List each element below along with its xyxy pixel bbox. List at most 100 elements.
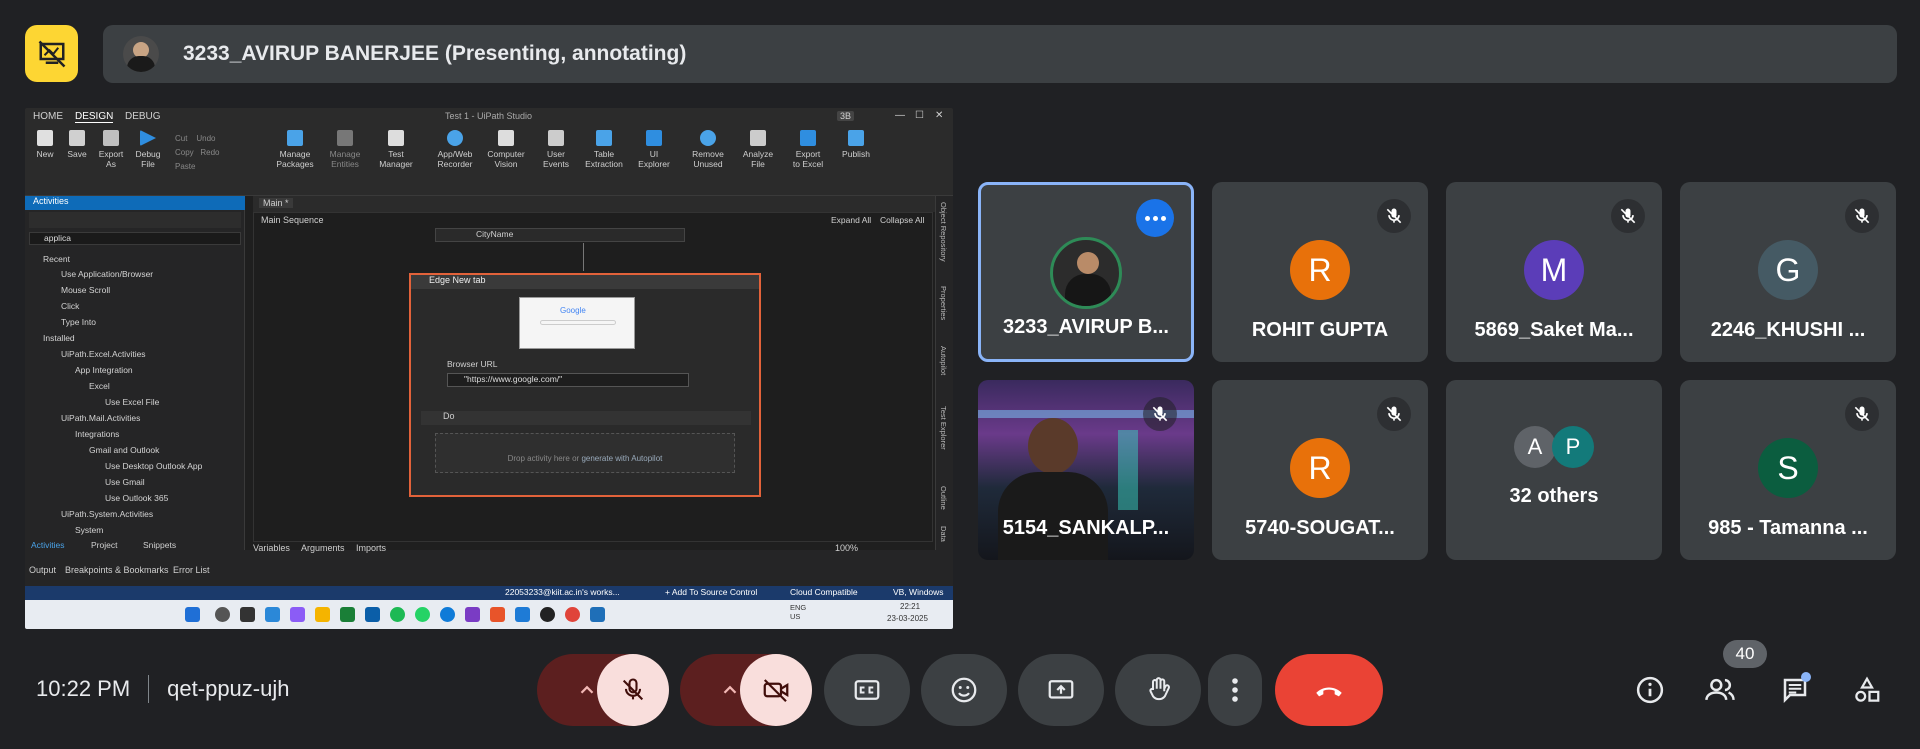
ribbon-manage-entities-button[interactable]: Manage Entities	[322, 130, 368, 169]
cloud-compatible-status[interactable]: Cloud Compatible	[790, 587, 858, 597]
tree-item[interactable]: Use Gmail	[105, 477, 145, 487]
meeting-code[interactable]: qet-ppuz-ujh	[167, 676, 289, 702]
expand-all-link[interactable]: Expand All	[831, 215, 871, 225]
rail-outline[interactable]: Outline	[939, 486, 948, 510]
tree-item[interactable]: Use Application/Browser	[61, 269, 153, 279]
copy-item[interactable]: Copy	[175, 148, 194, 157]
presentation-indicator-icon[interactable]	[25, 25, 78, 82]
present-screen-button[interactable]	[1018, 654, 1104, 726]
chatgpt-icon[interactable]	[540, 607, 555, 622]
tree-item[interactable]: UiPath.Excel.Activities	[61, 349, 146, 359]
more-options-icon[interactable]	[1136, 199, 1174, 237]
cut-item[interactable]: Cut	[175, 134, 187, 143]
more-options-button[interactable]	[1208, 654, 1262, 726]
minimize-icon[interactable]: —	[895, 110, 905, 121]
edge-new-tab-activity[interactable]: Edge New tab Google Browser URL "https:/…	[409, 273, 761, 497]
uipath-studio-icon[interactable]	[590, 607, 605, 622]
app-icon[interactable]	[465, 607, 480, 622]
tree-item[interactable]: Use Outlook 365	[105, 493, 168, 503]
redo-item[interactable]: Redo	[200, 148, 219, 157]
camera-toggle-button[interactable]	[740, 654, 812, 726]
windows-start-icon[interactable]	[185, 607, 200, 622]
whatsapp-icon[interactable]	[415, 607, 430, 622]
chrome-icon[interactable]	[565, 607, 580, 622]
ribbon-table-extraction-button[interactable]: Table Extraction	[581, 130, 627, 169]
rail-autopilot[interactable]: Autopilot	[939, 346, 948, 375]
cityname-activity[interactable]: CityName	[435, 228, 685, 242]
vscode-icon[interactable]	[515, 607, 530, 622]
variables-tab[interactable]: Variables	[253, 543, 290, 553]
brave-icon[interactable]	[490, 607, 505, 622]
error-list-tab[interactable]: Error List	[173, 565, 210, 575]
zoom-level[interactable]: 100%	[835, 543, 858, 553]
meeting-details-button[interactable]	[1630, 670, 1670, 710]
language-indicator[interactable]: ENG US	[790, 603, 806, 621]
source-control-status[interactable]: + Add To Source Control	[665, 587, 757, 597]
menu-tab-home[interactable]: HOME	[33, 111, 63, 122]
tree-item[interactable]: Gmail and Outlook	[89, 445, 159, 455]
tree-item[interactable]: Type Into	[61, 317, 96, 327]
tree-item[interactable]: System	[75, 525, 103, 535]
ribbon-recorder-button[interactable]: App/Web Recorder	[432, 130, 478, 169]
collapse-all-link[interactable]: Collapse All	[880, 215, 924, 225]
people-button[interactable]	[1700, 670, 1740, 710]
ribbon-publish-button[interactable]: Publish	[835, 130, 877, 159]
file-explorer-icon[interactable]	[315, 607, 330, 622]
ribbon-user-events-button[interactable]: User Events	[533, 130, 579, 169]
rail-data[interactable]: Data	[939, 526, 948, 542]
ribbon-export-excel-button[interactable]: Export to Excel	[787, 130, 829, 169]
microphone-toggle-button[interactable]	[597, 654, 669, 726]
workspace-status[interactable]: 22053233@kiit.ac.in's works...	[505, 587, 620, 597]
panel-tab-project[interactable]: Project	[91, 540, 117, 550]
participant-tile[interactable]: M 5869_Saket Ma...	[1446, 182, 1662, 362]
ribbon-export-button[interactable]: Export As	[91, 130, 131, 169]
tree-item[interactable]: Mouse Scroll	[61, 285, 110, 295]
tree-item[interactable]: Use Excel File	[105, 397, 159, 407]
others-tile[interactable]: A P 32 others	[1446, 380, 1662, 560]
tab-main[interactable]: Main *	[259, 198, 293, 208]
participant-tile[interactable]: R 5740-SOUGAT...	[1212, 380, 1428, 560]
breakpoints-tab[interactable]: Breakpoints & Bookmarks	[65, 565, 169, 575]
tree-item[interactable]: UiPath.System.Activities	[61, 509, 153, 519]
ribbon-test-manager-button[interactable]: Test Manager	[373, 130, 419, 169]
chat-button[interactable]	[1775, 670, 1815, 710]
tree-item[interactable]: App Integration	[75, 365, 133, 375]
search-icon[interactable]	[215, 607, 230, 622]
tree-item[interactable]: Recent	[43, 254, 70, 264]
captions-button[interactable]	[824, 654, 910, 726]
activities-search-input[interactable]: applica	[29, 232, 241, 245]
rail-properties[interactable]: Properties	[939, 286, 948, 320]
drop-zone[interactable]: Drop activity here or generate with Auto…	[435, 433, 735, 473]
copilot-icon[interactable]	[290, 607, 305, 622]
activities-button[interactable]	[1847, 670, 1887, 710]
widgets-icon[interactable]	[265, 607, 280, 622]
spotify-icon[interactable]	[390, 607, 405, 622]
ribbon-manage-packages-button[interactable]: Manage Packages	[272, 130, 318, 169]
ribbon-computer-vision-button[interactable]: Computer Vision	[483, 130, 529, 169]
menu-tab-design[interactable]: DESIGN	[75, 111, 114, 123]
tree-item[interactable]: UiPath.Mail.Activities	[61, 413, 140, 423]
tree-item[interactable]: Use Desktop Outlook App	[105, 461, 202, 471]
participant-tile[interactable]: R ROHIT GUPTA	[1212, 182, 1428, 362]
maximize-icon[interactable]: ☐	[915, 110, 924, 121]
menu-tab-debug[interactable]: DEBUG	[125, 111, 161, 122]
reactions-button[interactable]	[921, 654, 1007, 726]
ribbon-remove-unused-button[interactable]: Remove Unused	[685, 130, 731, 169]
raise-hand-button[interactable]	[1115, 654, 1201, 726]
app-icon[interactable]	[365, 607, 380, 622]
ribbon-analyze-file-button[interactable]: Analyze File	[737, 130, 779, 169]
tree-item[interactable]: Click	[61, 301, 79, 311]
edge-icon[interactable]	[440, 607, 455, 622]
task-view-icon[interactable]	[240, 607, 255, 622]
participant-tile[interactable]: S 985 - Tamanna ...	[1680, 380, 1896, 560]
tree-item[interactable]: Excel	[89, 381, 110, 391]
close-icon[interactable]: ✕	[935, 110, 943, 121]
panel-tab-snippets[interactable]: Snippets	[143, 540, 176, 550]
leave-call-button[interactable]	[1275, 654, 1383, 726]
rail-test-explorer[interactable]: Test Explorer	[939, 406, 948, 450]
participant-tile[interactable]: 3233_AVIRUP B...	[978, 182, 1194, 362]
rail-object-repository[interactable]: Object Repository	[939, 202, 948, 262]
excel-icon[interactable]	[340, 607, 355, 622]
imports-tab[interactable]: Imports	[356, 543, 386, 553]
browser-url-input[interactable]: "https://www.google.com/"	[447, 373, 689, 387]
